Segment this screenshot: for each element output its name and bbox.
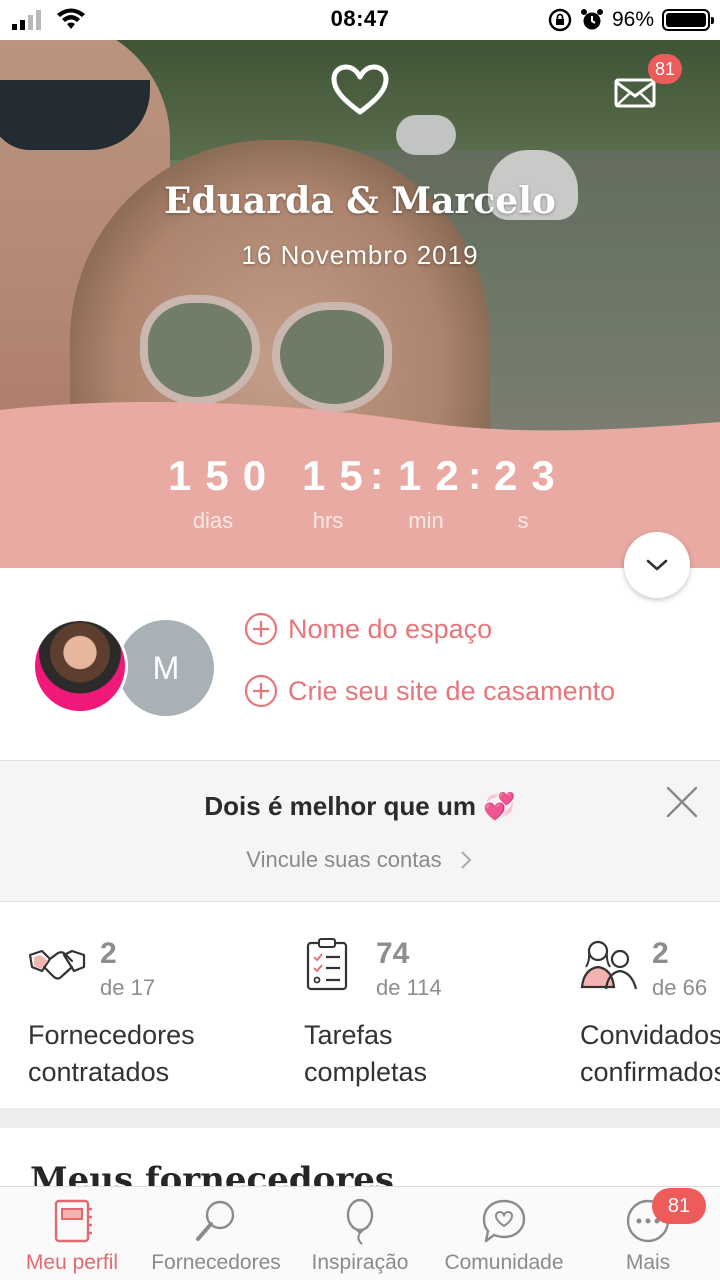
alarm-icon bbox=[580, 9, 603, 30]
stat-label-line: Fornecedores bbox=[28, 1020, 195, 1050]
stat-label-line: Tarefas bbox=[304, 1020, 393, 1050]
chevron-down-icon bbox=[646, 559, 668, 571]
orientation-lock-icon bbox=[548, 8, 572, 32]
link-accounts-banner[interactable]: Dois é melhor que um 💞 Vincule suas cont… bbox=[0, 760, 720, 902]
countdown-colon: : bbox=[468, 454, 482, 498]
countdown-hours-label: hrs bbox=[312, 508, 344, 533]
tab-label: Fornecedores bbox=[151, 1251, 281, 1274]
heart-logo-icon bbox=[331, 64, 389, 115]
tab-inspiration[interactable]: Inspiração bbox=[288, 1187, 432, 1280]
tab-label: Mais bbox=[625, 1251, 671, 1274]
expand-button[interactable] bbox=[624, 532, 690, 598]
tab-community[interactable]: Comunidade bbox=[432, 1187, 576, 1280]
stat-guests-label: Convidados confirmados bbox=[580, 1017, 720, 1091]
countdown-minutes-label: min bbox=[408, 508, 444, 533]
stat-vendors-label: Fornecedores contratados bbox=[28, 1017, 195, 1091]
countdown-minutes: 12 bbox=[398, 452, 473, 499]
stat-vendors-total: de 17 bbox=[100, 975, 156, 1000]
handshake-icon bbox=[28, 949, 86, 980]
tab-label: Inspiração bbox=[311, 1251, 409, 1274]
tab-vendors[interactable]: Fornecedores bbox=[144, 1187, 288, 1280]
tab-label: Comunidade bbox=[444, 1251, 564, 1274]
stat-label-line: confirmados bbox=[580, 1057, 720, 1087]
notebook-icon bbox=[54, 1199, 92, 1243]
tab-label: Meu perfil bbox=[25, 1251, 119, 1274]
countdown-colon: : bbox=[370, 454, 384, 498]
countdown-days-label: dias bbox=[192, 508, 234, 533]
user-avatar[interactable] bbox=[32, 618, 128, 714]
partner-avatar[interactable]: M bbox=[118, 620, 214, 716]
stat-label-line: completas bbox=[304, 1057, 428, 1087]
stat-guests-count: 2 bbox=[652, 937, 669, 970]
link-accounts-link[interactable]: Vincule suas contas bbox=[0, 847, 720, 873]
add-venue-label: Nome do espaço bbox=[288, 613, 493, 644]
chat-heart-icon bbox=[482, 1199, 526, 1243]
countdown: 150 dias 15 hrs : 12 min : 23 s bbox=[0, 452, 720, 542]
create-website-label: Crie seu site de casamento bbox=[288, 675, 616, 706]
couple-names: Eduarda & Marcelo bbox=[164, 180, 556, 222]
countdown-seconds-label: s bbox=[517, 508, 529, 533]
add-venue-link[interactable]: Nome do espaço bbox=[244, 612, 492, 646]
stat-guests-total: de 66 bbox=[652, 975, 708, 1000]
battery-percent: 96% bbox=[611, 8, 654, 31]
magnifier-icon bbox=[196, 1200, 235, 1241]
countdown-seconds: 23 bbox=[494, 452, 569, 499]
stat-tasks-total: de 114 bbox=[376, 975, 442, 1000]
messages-badge: 81 bbox=[648, 54, 682, 84]
chevron-right-icon bbox=[460, 851, 472, 869]
close-icon[interactable] bbox=[662, 782, 702, 822]
guests-icon bbox=[580, 940, 638, 990]
countdown-hours: 15 bbox=[302, 452, 377, 499]
countdown-days: 150 bbox=[168, 452, 281, 499]
plus-circle-icon bbox=[244, 674, 278, 708]
wedding-date: 16 Novembro 2019 bbox=[241, 240, 479, 270]
wedding-stats: 2 de 17 Fornecedores contratados 74 de 1… bbox=[0, 903, 720, 1108]
tab-profile[interactable]: Meu perfil bbox=[0, 1187, 144, 1280]
balloon-icon bbox=[346, 1198, 374, 1245]
stat-tasks-label: Tarefas completas bbox=[304, 1017, 427, 1091]
battery-icon bbox=[662, 9, 714, 31]
create-website-link[interactable]: Crie seu site de casamento bbox=[244, 674, 615, 708]
profile-section: M Nome do espaço Crie seu site de casame… bbox=[0, 568, 720, 760]
checklist-icon bbox=[306, 938, 348, 991]
section-divider bbox=[0, 1108, 720, 1128]
link-accounts-label: Vincule suas contas bbox=[246, 847, 442, 872]
banner-title: Dois é melhor que um 💞 bbox=[204, 791, 516, 821]
stat-vendors-count: 2 bbox=[100, 937, 117, 970]
stat-tasks-count: 74 bbox=[376, 937, 410, 970]
tab-bar: Meu perfil Fornecedores Inspiração Comun… bbox=[0, 1186, 720, 1280]
plus-circle-icon bbox=[244, 612, 278, 646]
stat-label-line: contratados bbox=[28, 1057, 170, 1087]
stat-label-line: Convidados bbox=[580, 1020, 720, 1050]
more-badge: 81 bbox=[652, 1188, 706, 1224]
status-bar: 08:47 96% bbox=[0, 0, 720, 40]
